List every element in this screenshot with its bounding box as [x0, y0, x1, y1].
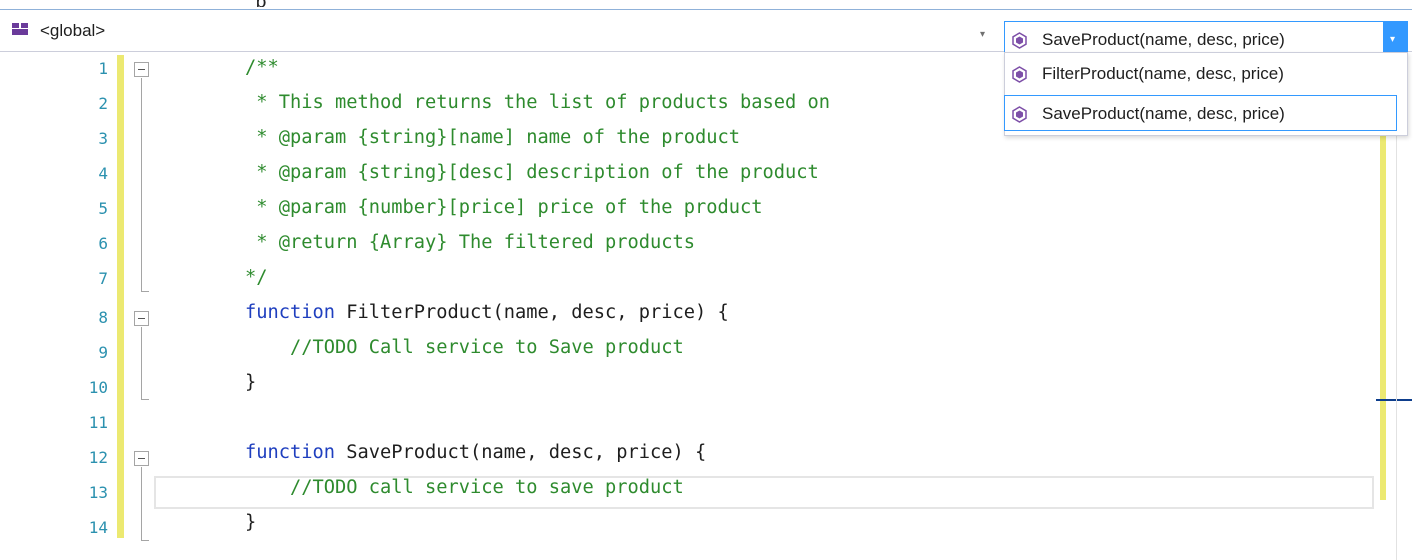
method-icon: [1012, 106, 1027, 123]
member-combo-label: SaveProduct(name, desc, price): [1042, 30, 1285, 49]
outline-line: [141, 467, 142, 540]
code-line: /**: [245, 57, 279, 78]
code-token: SaveProduct(name, desc, price) {: [335, 442, 707, 463]
line-number: 6: [98, 234, 108, 253]
code-line: * This method returns the list of produc…: [245, 92, 831, 113]
right-change-bar: [1380, 112, 1386, 500]
dropdown-item-label: FilterProduct(name, desc, price): [1042, 64, 1284, 83]
line-number: 3: [98, 129, 108, 148]
line-number: 7: [98, 269, 108, 288]
scrollbar-caret-marker: [1376, 399, 1412, 401]
top-gap: p: [0, 0, 1418, 9]
outline-end: [141, 540, 149, 541]
dropdown-item-label: SaveProduct(name, desc, price): [1042, 104, 1285, 123]
line-number: 12: [88, 448, 108, 467]
vs-editor-window: p <global> ▾ SaveProduct(name, desc, pri…: [0, 0, 1418, 560]
code-token: FilterProduct(name, desc, price) {: [335, 302, 729, 323]
line-number: 1: [98, 59, 108, 78]
code-line: */: [245, 267, 268, 288]
code-line: //TODO call service to save product: [245, 477, 684, 498]
outline-line: [141, 78, 142, 291]
code-line: function SaveProduct(name, desc, price) …: [245, 442, 706, 463]
line-number: 11: [88, 413, 108, 432]
keyword-token: function: [245, 442, 336, 463]
outline-end: [141, 291, 149, 292]
line-number: 4: [98, 164, 108, 183]
code-line: function FilterProduct(name, desc, price…: [245, 302, 729, 323]
code-line: //TODO Call service to Save product: [245, 337, 684, 358]
line-number: 5: [98, 199, 108, 218]
outline-end: [141, 399, 149, 400]
scope-icon: [12, 23, 28, 35]
collapse-icon[interactable]: [134, 451, 149, 466]
dropdown-item-filterproduct[interactable]: FilterProduct(name, desc, price): [1005, 56, 1407, 92]
method-icon: [1012, 32, 1027, 49]
change-tracking-bar: [117, 55, 124, 538]
chevron-down-icon: ▾: [1390, 34, 1396, 45]
member-dropdown-list: FilterProduct(name, desc, price) SavePro…: [1004, 52, 1408, 136]
scope-label[interactable]: <global>: [40, 21, 105, 41]
clipped-caption-text: p: [255, 0, 345, 7]
code-line: * @param {string}[name] name of the prod…: [245, 127, 741, 148]
code-line: * @param {number}[price] price of the pr…: [245, 197, 763, 218]
line-number: 14: [88, 518, 108, 537]
dropdown-item-saveproduct[interactable]: SaveProduct(name, desc, price): [1004, 95, 1397, 131]
code-line: }: [245, 512, 257, 533]
collapse-icon[interactable]: [134, 62, 149, 77]
code-line: * @return {Array} The filtered products: [245, 232, 696, 253]
method-icon: [1012, 66, 1027, 83]
line-number: 9: [98, 343, 108, 362]
outline-line: [141, 327, 142, 399]
code-line: }: [245, 372, 257, 393]
line-number: 8: [98, 308, 108, 327]
scope-dropdown-arrow-icon[interactable]: ▾: [980, 30, 985, 40]
navigation-bar: <global> ▾ SaveProduct(name, desc, price…: [0, 9, 1412, 58]
line-number: 2: [98, 94, 108, 113]
collapse-icon[interactable]: [134, 311, 149, 326]
line-number: 13: [88, 483, 108, 502]
line-number: 10: [88, 378, 108, 397]
code-line: * @param {string}[desc] description of t…: [245, 162, 819, 183]
editor-left-margin: [0, 52, 36, 560]
keyword-token: function: [245, 302, 336, 323]
